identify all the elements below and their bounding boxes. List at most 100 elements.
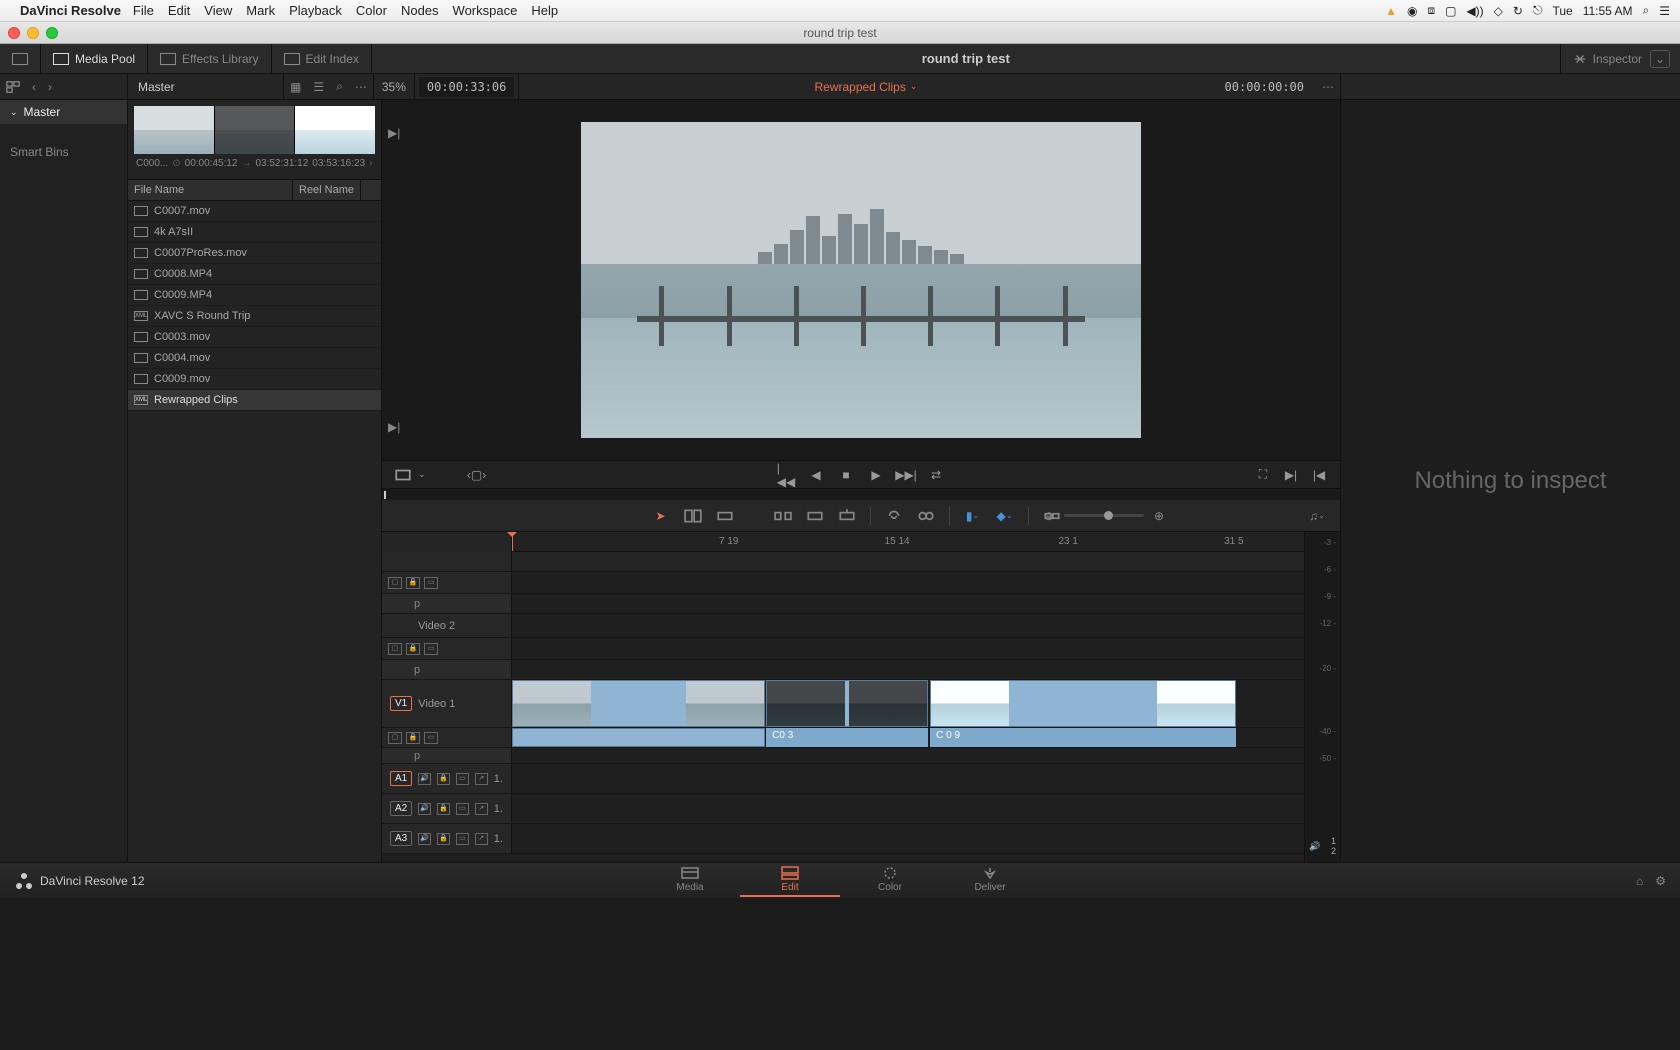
forward-button[interactable]: ›	[42, 74, 58, 99]
status-warning-icon[interactable]: ▲	[1385, 4, 1397, 18]
ui-layout-button[interactable]	[0, 44, 41, 73]
page-edit[interactable]: Edit	[740, 864, 840, 897]
status-nvidia-icon[interactable]: ◉	[1407, 4, 1417, 18]
marker-button[interactable]: ◆⌄	[996, 507, 1014, 525]
track-a2[interactable]: A2🔊🔒▭↗1.	[382, 794, 512, 823]
file-row[interactable]: C0007.mov	[128, 201, 381, 222]
menu-color[interactable]: Color	[356, 3, 387, 18]
zoom-in-button[interactable]: ⊕	[1150, 507, 1168, 525]
first-frame-icon[interactable]: ▶|	[388, 126, 400, 140]
stop-button[interactable]: ■	[837, 466, 855, 484]
clip-1[interactable]	[512, 680, 765, 727]
file-row[interactable]: C0004.mov	[128, 348, 381, 369]
edit-index-button[interactable]: Edit Index	[272, 44, 372, 73]
menu-edit[interactable]: Edit	[168, 3, 190, 18]
track-a3[interactable]: A3🔊🔒▭↗1.	[382, 824, 512, 853]
source-timecode[interactable]: 00:00:33:06	[419, 77, 514, 97]
media-pool-button[interactable]: Media Pool	[41, 44, 148, 73]
track-v1-p[interactable]: p	[382, 660, 512, 679]
link-button[interactable]	[885, 507, 903, 525]
status-wifi-icon[interactable]: ◇	[1494, 4, 1503, 18]
file-row[interactable]: C0008.MP4	[128, 264, 381, 285]
spotlight-icon[interactable]: ⌕	[1643, 3, 1650, 18]
page-deliver[interactable]: Deliver	[940, 864, 1040, 897]
smart-bins-header[interactable]: Smart Bins	[0, 140, 127, 164]
razor-tool[interactable]	[716, 507, 734, 525]
clip-3[interactable]	[930, 680, 1236, 727]
playhead[interactable]	[512, 532, 513, 551]
status-dropbox-icon[interactable]: ⧈	[1427, 3, 1435, 18]
file-row[interactable]: C0003.mov	[128, 327, 381, 348]
match-frame-button[interactable]: ‹▢›	[468, 466, 486, 484]
thumbnail-view-button[interactable]: ▦	[284, 74, 307, 99]
page-media[interactable]: Media	[640, 864, 740, 897]
replace-button[interactable]	[838, 507, 856, 525]
track-v1-controls-2[interactable]: ▢🔒▭	[382, 728, 512, 747]
column-filename[interactable]: File Name	[128, 180, 293, 200]
track-a1[interactable]: A1🔊🔒▭↗1.	[382, 764, 512, 793]
status-volume-icon[interactable]: ◀))	[1466, 4, 1483, 18]
timeline-ruler[interactable]: 7 19 15 14 23 1 31 5	[512, 532, 1340, 552]
menu-view[interactable]: View	[204, 3, 232, 18]
track-v1-label[interactable]: V1Video 1	[382, 680, 512, 727]
search-button[interactable]: ⌕	[330, 74, 349, 99]
chain-button[interactable]	[917, 507, 935, 525]
status-day[interactable]: Tue	[1552, 4, 1572, 18]
zoom-window-button[interactable]	[46, 27, 58, 39]
clip-2[interactable]	[766, 680, 927, 727]
bin-list-button[interactable]	[0, 74, 26, 99]
record-timecode[interactable]: 00:00:00:00	[1217, 77, 1312, 97]
prev-edit-button[interactable]: |◀	[1310, 466, 1328, 484]
menu-mark[interactable]: Mark	[246, 3, 275, 18]
column-reelname[interactable]: Reel Name	[293, 180, 361, 200]
status-display-icon[interactable]: ▢	[1445, 4, 1456, 18]
last-frame-icon[interactable]: ▶|	[388, 420, 400, 434]
file-row[interactable]: 4k A7sII	[128, 222, 381, 243]
settings-button[interactable]: ⚙	[1655, 874, 1666, 888]
inspector-button[interactable]: Inspector	[1560, 44, 1642, 74]
next-edit-button[interactable]: ▶|	[1282, 466, 1300, 484]
back-button[interactable]: ‹	[26, 74, 42, 99]
menu-file[interactable]: File	[133, 3, 154, 18]
bin-master[interactable]: ⌄Master	[0, 100, 127, 124]
clip-thumbnail-strip[interactable]	[134, 106, 375, 154]
menu-nodes[interactable]: Nodes	[401, 3, 439, 18]
expand-button[interactable]: ⌄	[1650, 50, 1670, 68]
flag-button[interactable]: ▮⌄	[964, 507, 982, 525]
track-v1-p2[interactable]: p	[382, 748, 512, 763]
track-v1-content[interactable]	[512, 680, 1340, 727]
close-window-button[interactable]	[8, 27, 20, 39]
notification-center-icon[interactable]: ☰	[1659, 4, 1670, 18]
overwrite-button[interactable]	[806, 507, 824, 525]
menu-workspace[interactable]: Workspace	[453, 3, 518, 18]
selection-tool[interactable]: ➤	[652, 507, 670, 525]
trim-tool[interactable]	[684, 507, 702, 525]
mark-overlay-button[interactable]	[394, 466, 412, 484]
page-color[interactable]: Color	[840, 864, 940, 897]
timeline-selector[interactable]: Rewrapped Clips⌄	[814, 80, 917, 94]
status-time[interactable]: 11:55 AM	[1583, 4, 1633, 18]
viewer-options-button[interactable]: ⋯	[1316, 74, 1340, 99]
fullscreen-button[interactable]: ⛶	[1254, 466, 1272, 484]
insert-button[interactable]	[774, 507, 792, 525]
track-v2-header[interactable]	[382, 552, 512, 571]
go-start-button[interactable]: |◀◀	[777, 466, 795, 484]
play-button[interactable]: ▶	[867, 466, 885, 484]
audio-mixer-button[interactable]: ♫⌄	[1308, 507, 1326, 525]
options-button[interactable]: ⋯	[349, 74, 373, 99]
file-row[interactable]: C0007ProRes.mov	[128, 243, 381, 264]
home-button[interactable]: ⌂	[1636, 874, 1643, 888]
breadcrumb[interactable]: Master	[128, 80, 185, 94]
loop-button[interactable]: ⇄	[927, 466, 945, 484]
jog-scrubber[interactable]	[382, 488, 1340, 500]
menu-help[interactable]: Help	[531, 3, 558, 18]
track-v2-label[interactable]: Video 2	[382, 614, 512, 637]
menu-playback[interactable]: Playback	[289, 3, 342, 18]
app-menu[interactable]: DaVinci Resolve	[20, 3, 121, 18]
track-v1-controls[interactable]: ▢🔒▭	[382, 638, 512, 659]
zoom-slider[interactable]	[1064, 514, 1144, 517]
viewer-zoom[interactable]: 35%	[374, 80, 414, 94]
viewer[interactable]: ▶| ▶|	[382, 100, 1340, 460]
file-row[interactable]: XMLRewrapped Clips	[128, 390, 381, 411]
zoom-out-button[interactable]: ⊖	[1040, 507, 1058, 525]
